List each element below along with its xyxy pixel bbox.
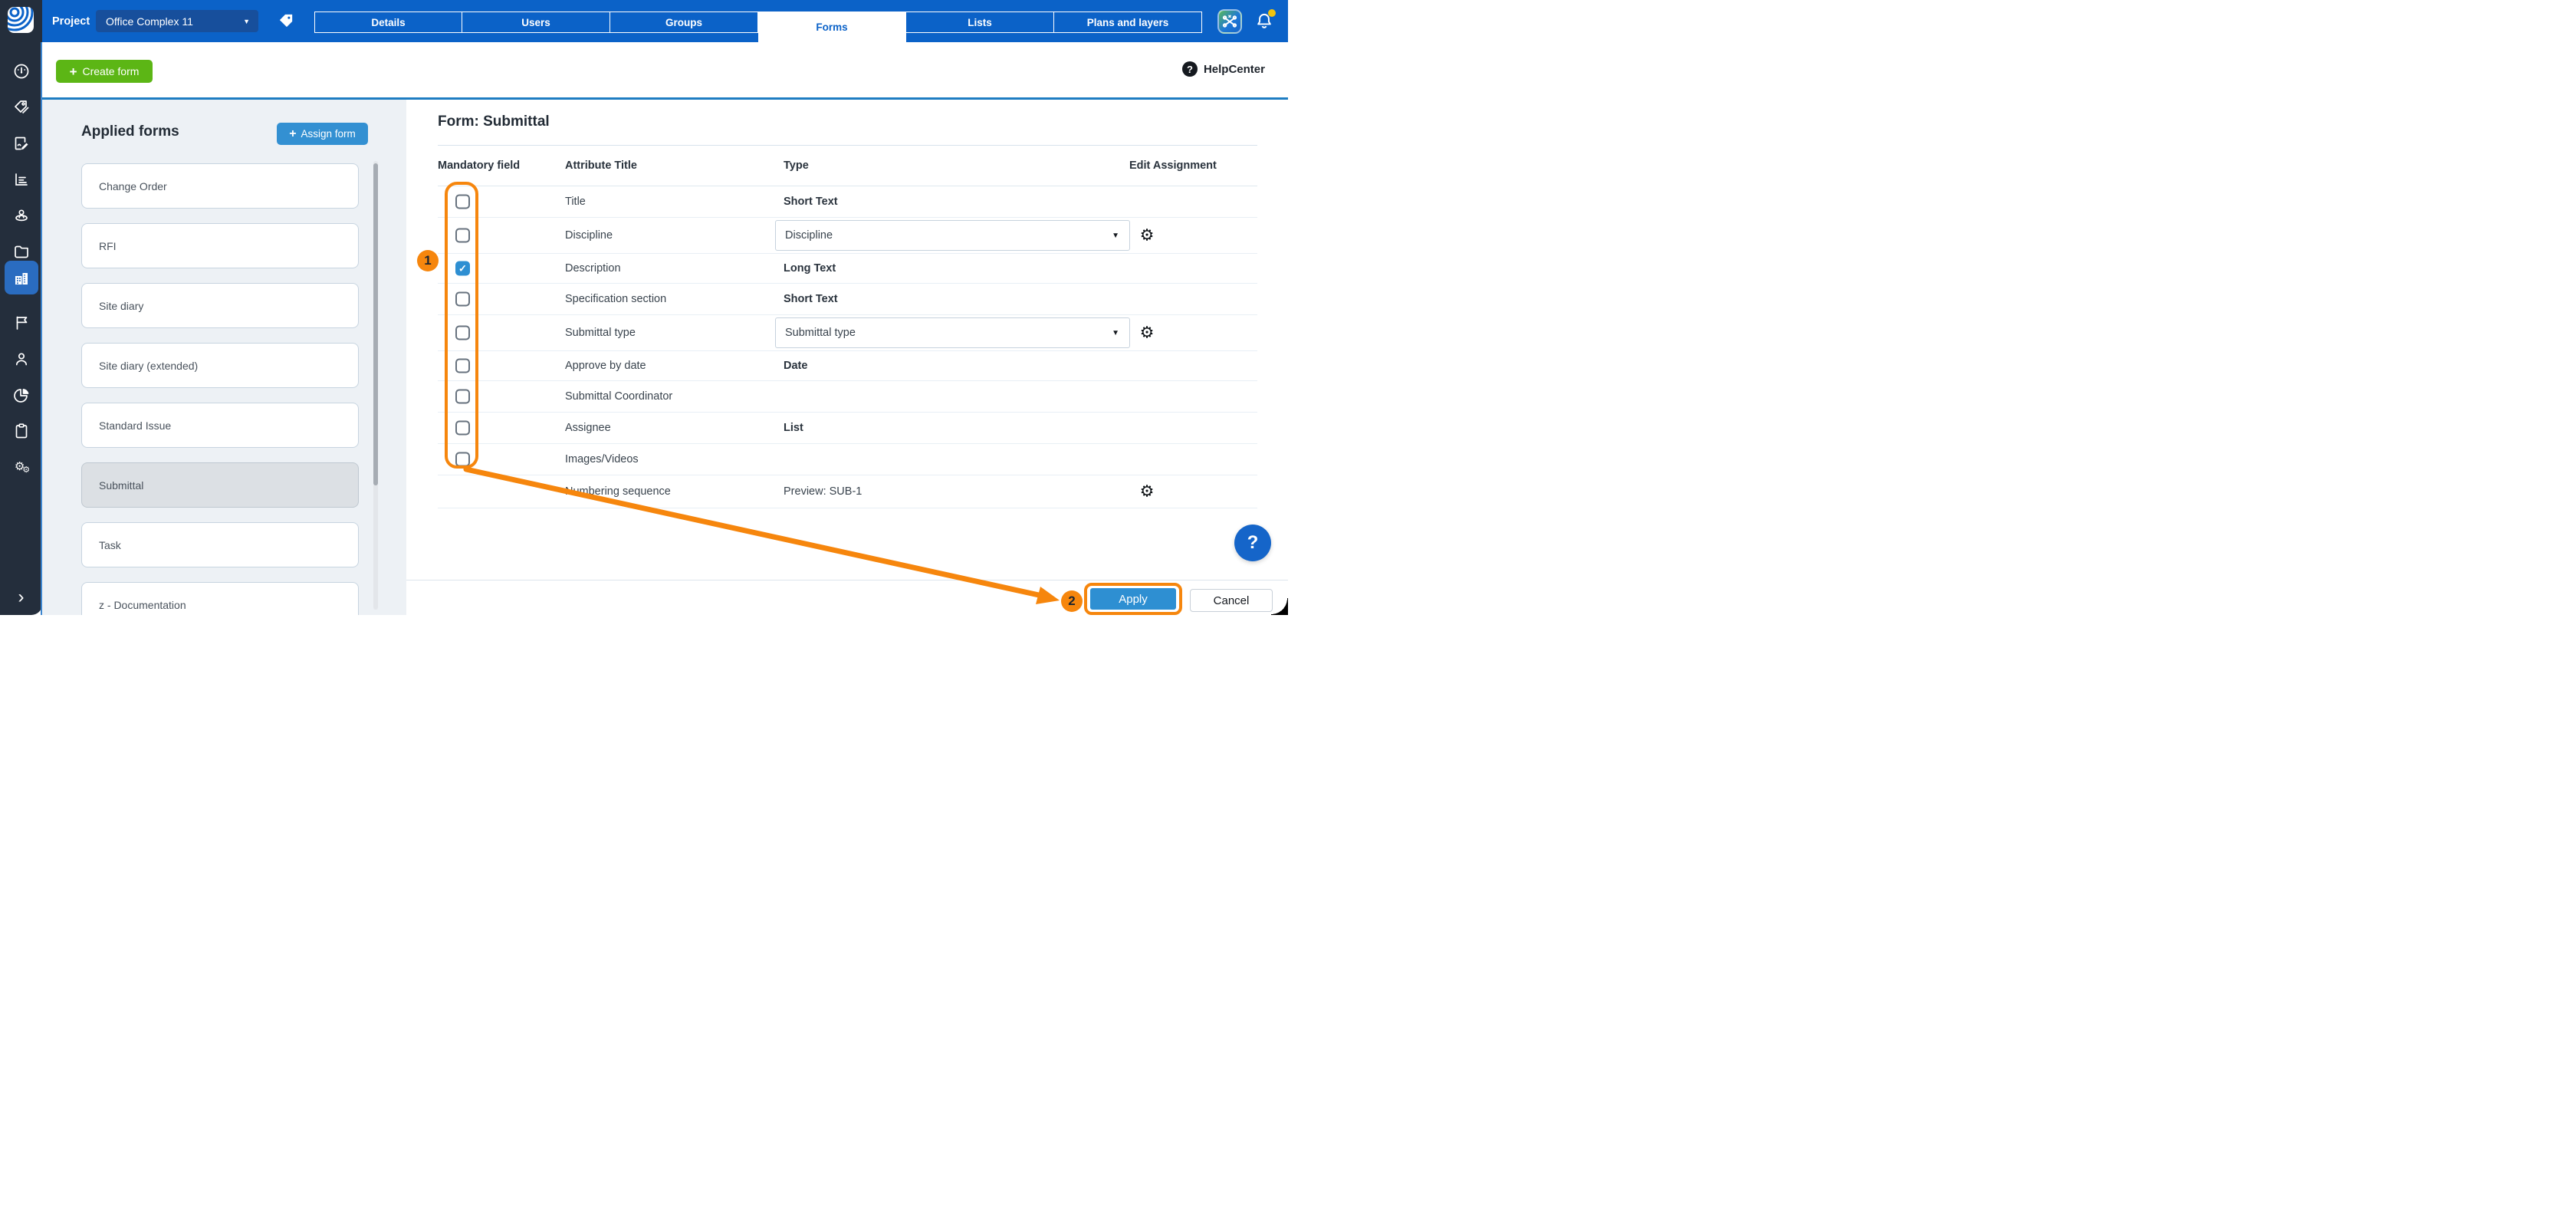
create-form-button[interactable]: + Create form — [56, 60, 153, 83]
projects-building-icon[interactable] — [12, 268, 31, 288]
mandatory-checkbox[interactable] — [455, 195, 470, 209]
form-card-z-documentation[interactable]: z - Documentation — [81, 582, 359, 615]
dashboard-icon[interactable] — [12, 61, 31, 81]
col-attribute-title: Attribute Title — [565, 160, 637, 172]
files-icon[interactable] — [12, 242, 31, 261]
col-mandatory-field: Mandatory field — [438, 160, 520, 172]
analytics-pie-icon[interactable] — [12, 385, 31, 404]
people-icon[interactable] — [12, 349, 31, 368]
settings-gears-icon[interactable]: ⚙⚙ — [12, 457, 31, 476]
attributes-table: Mandatory field Attribute Title Type Edi… — [438, 146, 1257, 508]
stats-icon[interactable] — [12, 169, 31, 189]
form-card-standard-issue[interactable]: Standard Issue — [81, 403, 359, 448]
tasks-clipboard-icon[interactable] — [12, 421, 31, 440]
form-card-submittal-selected[interactable]: Submittal — [81, 462, 359, 508]
tab-lists[interactable]: Lists — [906, 12, 1054, 33]
helpcenter-link[interactable]: ? HelpCenter — [1182, 61, 1265, 77]
resources-icon[interactable] — [12, 206, 31, 225]
apply-button[interactable]: Apply — [1090, 588, 1176, 610]
tab-groups[interactable]: Groups — [610, 12, 758, 33]
project-label: Project — [52, 0, 90, 42]
col-edit-assignment: Edit Assignment — [1129, 160, 1217, 172]
mandatory-checkbox[interactable] — [455, 390, 470, 404]
table-row-assignee: Assignee List — [438, 413, 1257, 444]
form-card-site-diary[interactable]: Site diary — [81, 283, 359, 328]
table-header: Mandatory field Attribute Title Type Edi… — [438, 146, 1257, 186]
table-row-title: Title Short Text — [438, 186, 1257, 218]
tab-details[interactable]: Details — [314, 12, 462, 33]
table-row-approve-by-date: Approve by date Date — [438, 351, 1257, 381]
mandatory-checkbox[interactable] — [455, 452, 470, 467]
app-window: ⚙⚙ › Project Office Complex 11 ▼ Details… — [0, 0, 1288, 615]
project-dropdown[interactable]: Office Complex 11 ▼ — [96, 10, 258, 32]
forms-icon[interactable] — [12, 133, 31, 153]
plus-icon: + — [70, 65, 77, 78]
scrollbar-thumb[interactable] — [373, 163, 378, 485]
caret-down-icon: ▼ — [1112, 232, 1129, 240]
caret-down-icon: ▼ — [1112, 329, 1129, 337]
tab-forms[interactable]: Forms — [758, 12, 906, 42]
app-logo-icon[interactable] — [8, 7, 34, 33]
mandatory-checkbox[interactable] — [455, 229, 470, 243]
edit-assignment-gear-icon[interactable]: ⚙ — [1137, 228, 1157, 244]
table-row-discipline: Discipline Discipline ▼ ⚙ — [438, 218, 1257, 254]
project-tag-icon[interactable] — [278, 12, 295, 30]
sidebar-collapse-chevron[interactable]: › — [0, 590, 42, 605]
col-type: Type — [784, 160, 809, 172]
mandatory-checkbox-checked[interactable]: ✓ — [455, 261, 470, 276]
caret-down-icon: ▼ — [243, 18, 258, 25]
flags-icon[interactable] — [12, 313, 31, 332]
project-dropdown-value: Office Complex 11 — [96, 15, 243, 28]
applied-forms-title: Applied forms — [81, 123, 179, 140]
table-row-specification-section: Specification section Short Text — [438, 284, 1257, 315]
notifications-bell-icon[interactable] — [1254, 11, 1275, 32]
table-row-submittal-coordinator: Submittal Coordinator — [438, 381, 1257, 413]
form-card-site-diary-extended[interactable]: Site diary (extended) — [81, 343, 359, 388]
toolbar-divider — [42, 97, 1288, 100]
project-tabs: Details Users Groups Forms Lists Plans a… — [314, 12, 1202, 42]
tab-users[interactable]: Users — [462, 12, 610, 33]
mandatory-checkbox[interactable] — [455, 292, 470, 307]
sidebar: ⚙⚙ › — [0, 0, 42, 615]
table-row-images-videos: Images/Videos — [438, 444, 1257, 475]
floating-help-button[interactable]: ? — [1234, 525, 1271, 561]
cancel-button[interactable]: Cancel — [1190, 589, 1273, 612]
question-icon: ? — [1182, 61, 1198, 77]
assign-form-button[interactable]: + Assign form — [277, 123, 368, 145]
discipline-type-dropdown[interactable]: Discipline ▼ — [775, 220, 1130, 251]
tags-icon[interactable] — [12, 97, 31, 117]
annotation-step-1: 1 — [417, 250, 439, 271]
table-row-description: ✓ Description Long Text — [438, 254, 1257, 284]
form-card-task[interactable]: Task — [81, 522, 359, 567]
forms-toolbar: + Create form ? HelpCenter — [42, 42, 1288, 97]
table-row-numbering-sequence: Numbering sequence Preview: SUB-1 ⚙ — [438, 475, 1257, 508]
edit-assignment-gear-icon[interactable]: ⚙ — [1137, 325, 1157, 341]
mandatory-checkbox[interactable] — [455, 359, 470, 373]
form-detail-panel: Form: Submittal Mandatory field Attribut… — [406, 100, 1288, 615]
submittal-type-dropdown[interactable]: Submittal type ▼ — [775, 317, 1130, 348]
notification-badge — [1268, 9, 1276, 17]
form-title: Form: Submittal — [438, 113, 550, 130]
tab-plans-and-layers[interactable]: Plans and layers — [1054, 12, 1202, 33]
form-card-rfi[interactable]: RFI — [81, 223, 359, 268]
form-card-change-order[interactable]: Change Order — [81, 163, 359, 209]
applied-forms-panel: Applied forms + Assign form Change Order… — [42, 100, 407, 615]
edit-assignment-gear-icon[interactable]: ⚙ — [1137, 484, 1157, 500]
mandatory-checkbox[interactable] — [455, 421, 470, 436]
mandatory-checkbox[interactable] — [455, 326, 470, 340]
app-switcher-icon[interactable] — [1217, 9, 1242, 34]
topbar: Project Office Complex 11 ▼ Details User… — [42, 0, 1288, 42]
plus-icon: + — [289, 128, 296, 140]
table-row-submittal-type: Submittal type Submittal type ▼ ⚙ — [438, 315, 1257, 351]
